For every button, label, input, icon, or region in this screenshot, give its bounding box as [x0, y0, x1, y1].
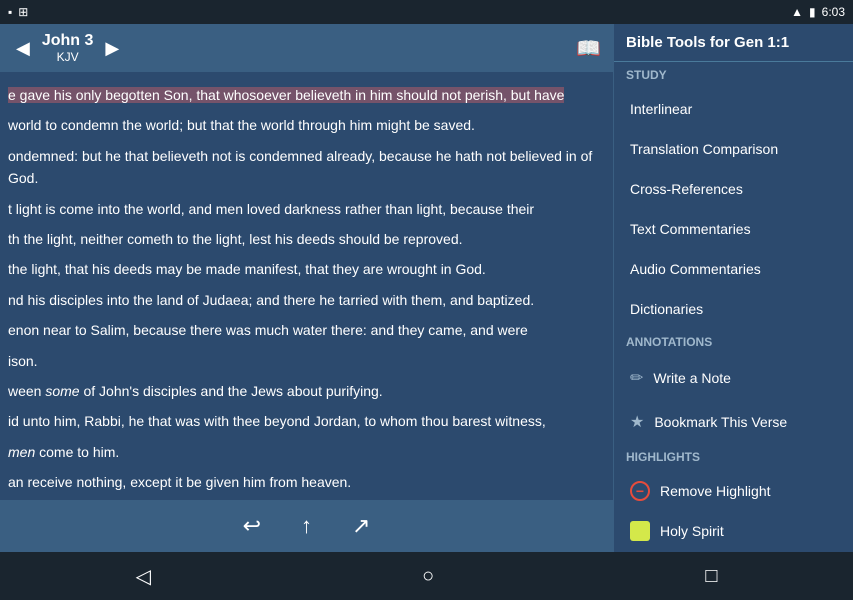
version-label: KJV	[42, 50, 94, 64]
time-display: 6:03	[822, 5, 845, 19]
bible-panel: ◀ John 3 KJV ▶ 📖 e gave his only begotte…	[0, 24, 613, 552]
book-name: John 3	[42, 32, 94, 50]
menu-item-dictionaries[interactable]: Dictionaries	[614, 289, 853, 329]
study-section-label: Study	[614, 62, 853, 85]
android-home-button[interactable]: ○	[422, 565, 434, 588]
menu-item-text-commentaries[interactable]: Text Commentaries	[614, 209, 853, 249]
holy-spirit-swatch	[630, 521, 650, 541]
text-commentaries-label: Text Commentaries	[630, 221, 751, 237]
verse-line-5: th the light, neither cometh to the ligh…	[8, 228, 605, 250]
annotations-section-label: Annotations	[614, 329, 853, 352]
status-bar: ▪ ⊞ ▲ ▮ 6:03	[0, 0, 853, 24]
verse-text-1: e gave his only begotten Son, that whoso…	[8, 87, 564, 103]
verse-line-7: nd his disciples into the land of Judaea…	[8, 289, 605, 311]
verse-line-4: t light is come into the world, and men …	[8, 198, 605, 220]
book-title: John 3 KJV	[42, 32, 94, 64]
menu-item-bookmark[interactable]: ★ Bookmark This Verse	[614, 400, 853, 444]
interlinear-label: Interlinear	[630, 101, 692, 117]
holy-spirit-label: Holy Spirit	[660, 523, 724, 539]
verse-line-3: ondemned: but he that believeth not is c…	[8, 145, 605, 190]
remove-highlight-button[interactable]: − Remove Highlight	[614, 471, 853, 511]
verse-line-12: an receive nothing, except it be given h…	[8, 471, 605, 493]
menu-item-write-note[interactable]: ✏ Write a Note	[614, 356, 853, 400]
book-menu-icon[interactable]: 📖	[576, 36, 601, 61]
battery-icon: ▮	[809, 5, 816, 19]
verse-line-11: id unto him, Rabbi, he that was with the…	[8, 410, 605, 432]
translation-comparison-label: Translation Comparison	[630, 141, 778, 157]
bible-toolbar: ↩ ↑ ↗	[0, 500, 613, 552]
main-area: ◀ John 3 KJV ▶ 📖 e gave his only begotte…	[0, 24, 853, 552]
verse-line-9: ison.	[8, 350, 605, 372]
next-chapter-button[interactable]: ▶	[101, 34, 123, 63]
verse-line-6: the light, that his deeds may be made ma…	[8, 258, 605, 280]
bookmark-label: Bookmark This Verse	[654, 414, 787, 430]
back-button[interactable]: ↩	[243, 513, 261, 539]
menu-item-interlinear[interactable]: Interlinear	[614, 89, 853, 129]
dictionaries-label: Dictionaries	[630, 301, 703, 317]
bible-text-area: e gave his only begotten Son, that whoso…	[0, 72, 613, 500]
right-panel-title: Bible Tools for Gen 1:1	[614, 24, 853, 62]
verse-line-1: e gave his only begotten Son, that whoso…	[8, 84, 605, 106]
scroll-top-button[interactable]: ↑	[301, 513, 312, 539]
cross-references-label: Cross-References	[630, 181, 743, 197]
android-recents-button[interactable]: □	[705, 565, 717, 588]
right-panel: Bible Tools for Gen 1:1 Study Interlinea…	[613, 24, 853, 552]
verse-line-10: ween some of John's disciples and the Je…	[8, 380, 605, 402]
menu-item-audio-commentaries[interactable]: Audio Commentaries	[614, 249, 853, 289]
write-note-icon: ✏	[630, 368, 643, 388]
bible-nav: ◀ John 3 KJV ▶	[12, 32, 123, 64]
menu-item-translation-comparison[interactable]: Translation Comparison	[614, 129, 853, 169]
status-right-icons: ▲ ▮ 6:03	[791, 5, 845, 19]
write-note-label: Write a Note	[653, 370, 731, 386]
android-nav: ◁ ○ □	[0, 552, 853, 600]
highlights-section-label: Highlights	[614, 444, 853, 467]
app-icon: ▪	[8, 5, 12, 19]
bible-header: ◀ John 3 KJV ▶ 📖	[0, 24, 613, 72]
remove-highlight-icon: −	[630, 481, 650, 501]
prev-chapter-button[interactable]: ◀	[12, 34, 34, 63]
audio-commentaries-label: Audio Commentaries	[630, 261, 761, 277]
verse-line-8: enon near to Salim, because there was mu…	[8, 319, 605, 341]
wifi-icon: ⊞	[18, 5, 28, 19]
remove-highlight-label: Remove Highlight	[660, 483, 771, 499]
verse-line-2: world to condemn the world; but that the…	[8, 114, 605, 136]
menu-item-cross-references[interactable]: Cross-References	[614, 169, 853, 209]
bookmark-icon: ★	[630, 412, 644, 432]
status-left-icons: ▪ ⊞	[8, 5, 28, 19]
verse-line-11b: men come to him.	[8, 441, 605, 463]
signal-icon: ▲	[791, 5, 803, 19]
highlight-holy-spirit[interactable]: Holy Spirit	[614, 511, 853, 551]
share-button[interactable]: ↗	[352, 513, 370, 539]
android-back-button[interactable]: ◁	[136, 564, 151, 589]
